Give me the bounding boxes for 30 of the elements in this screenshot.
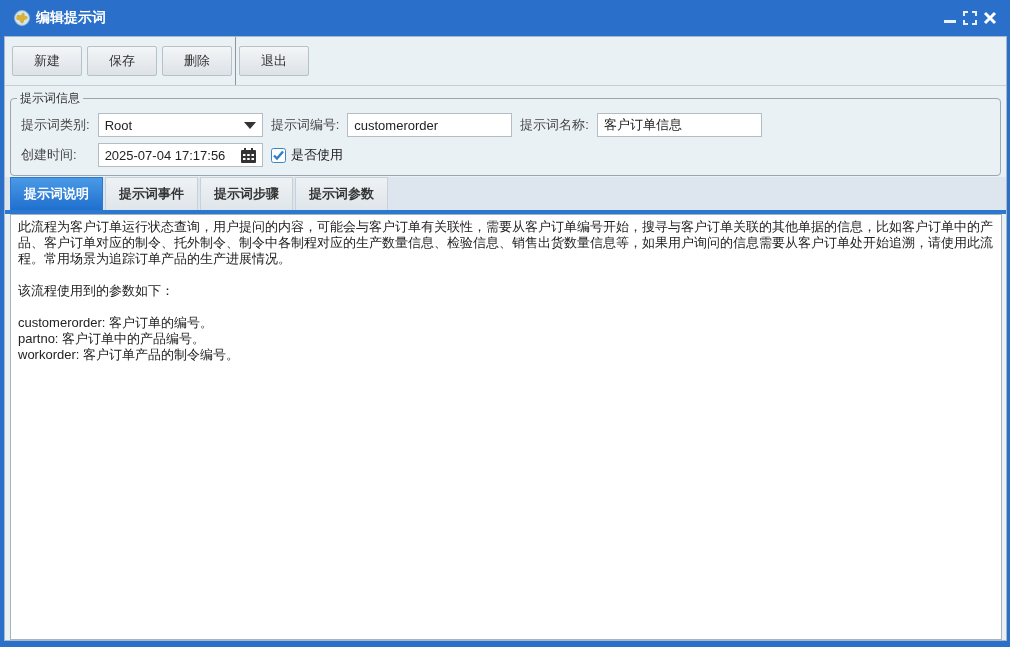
group-title: 提示词信息 [19, 90, 81, 107]
checkbox-label: 是否使用 [290, 146, 343, 164]
checkbox[interactable] [270, 147, 286, 163]
input-field[interactable]: 客户订单信息 [596, 113, 762, 137]
description-text: 该流程使用到的参数如下： [18, 283, 175, 299]
date-field[interactable]: 2025-07-04 17:17:56 [97, 143, 263, 167]
window-title: 编辑提示词 [36, 9, 106, 27]
maximize-icon[interactable] [963, 11, 977, 25]
dropdown-field[interactable]: Root [97, 113, 263, 137]
tab[interactable]: 提示词说明 [10, 177, 103, 210]
globe-icon [14, 10, 30, 26]
tab[interactable]: 提示词参数 [295, 177, 388, 210]
field-label: 提示词名称: [520, 116, 589, 134]
description-text: workorder: 客户订单产品的制令编号。 [18, 347, 241, 363]
description-text: customerorder: 客户订单的编号。 [18, 315, 215, 331]
toolbar-button[interactable]: 保存 [87, 46, 157, 76]
toolbar-button[interactable]: 新建 [12, 46, 82, 76]
tab[interactable]: 提示词事件 [105, 177, 198, 210]
tab[interactable]: 提示词步骤 [200, 177, 293, 210]
description-text: 此流程为客户订单运行状态查询，用户提问的内容，可能会与客户订单有关联性，需要从客户订单编号开始，搜寻与客户订单关联的其他单据的信息，比如客户订单中的产品、客户订单对应的制令、托外制令、制令中各制程对应的生产数量信息、检验信息、销售出货数量信息等，如果用户询问的信息需要从客户订单处开始追溯，请使用此流程。常用场景为追踪订单产品的生产进展情况。 [18, 219, 994, 267]
field-label: 提示词编号: [270, 116, 340, 134]
field-label: 提示词类别: [21, 116, 90, 134]
toolbar-button[interactable]: 退出 [239, 46, 309, 76]
description-text: partno: 客户订单中的产品编号。 [18, 331, 207, 347]
close-icon[interactable] [983, 11, 997, 25]
field-label: 创建时间: [21, 146, 78, 164]
calendar-icon [240, 147, 256, 163]
input-field[interactable]: customerorder [347, 113, 513, 137]
toolbar-button[interactable]: 删除 [162, 46, 232, 76]
dropdown-arrow-icon [243, 121, 256, 129]
